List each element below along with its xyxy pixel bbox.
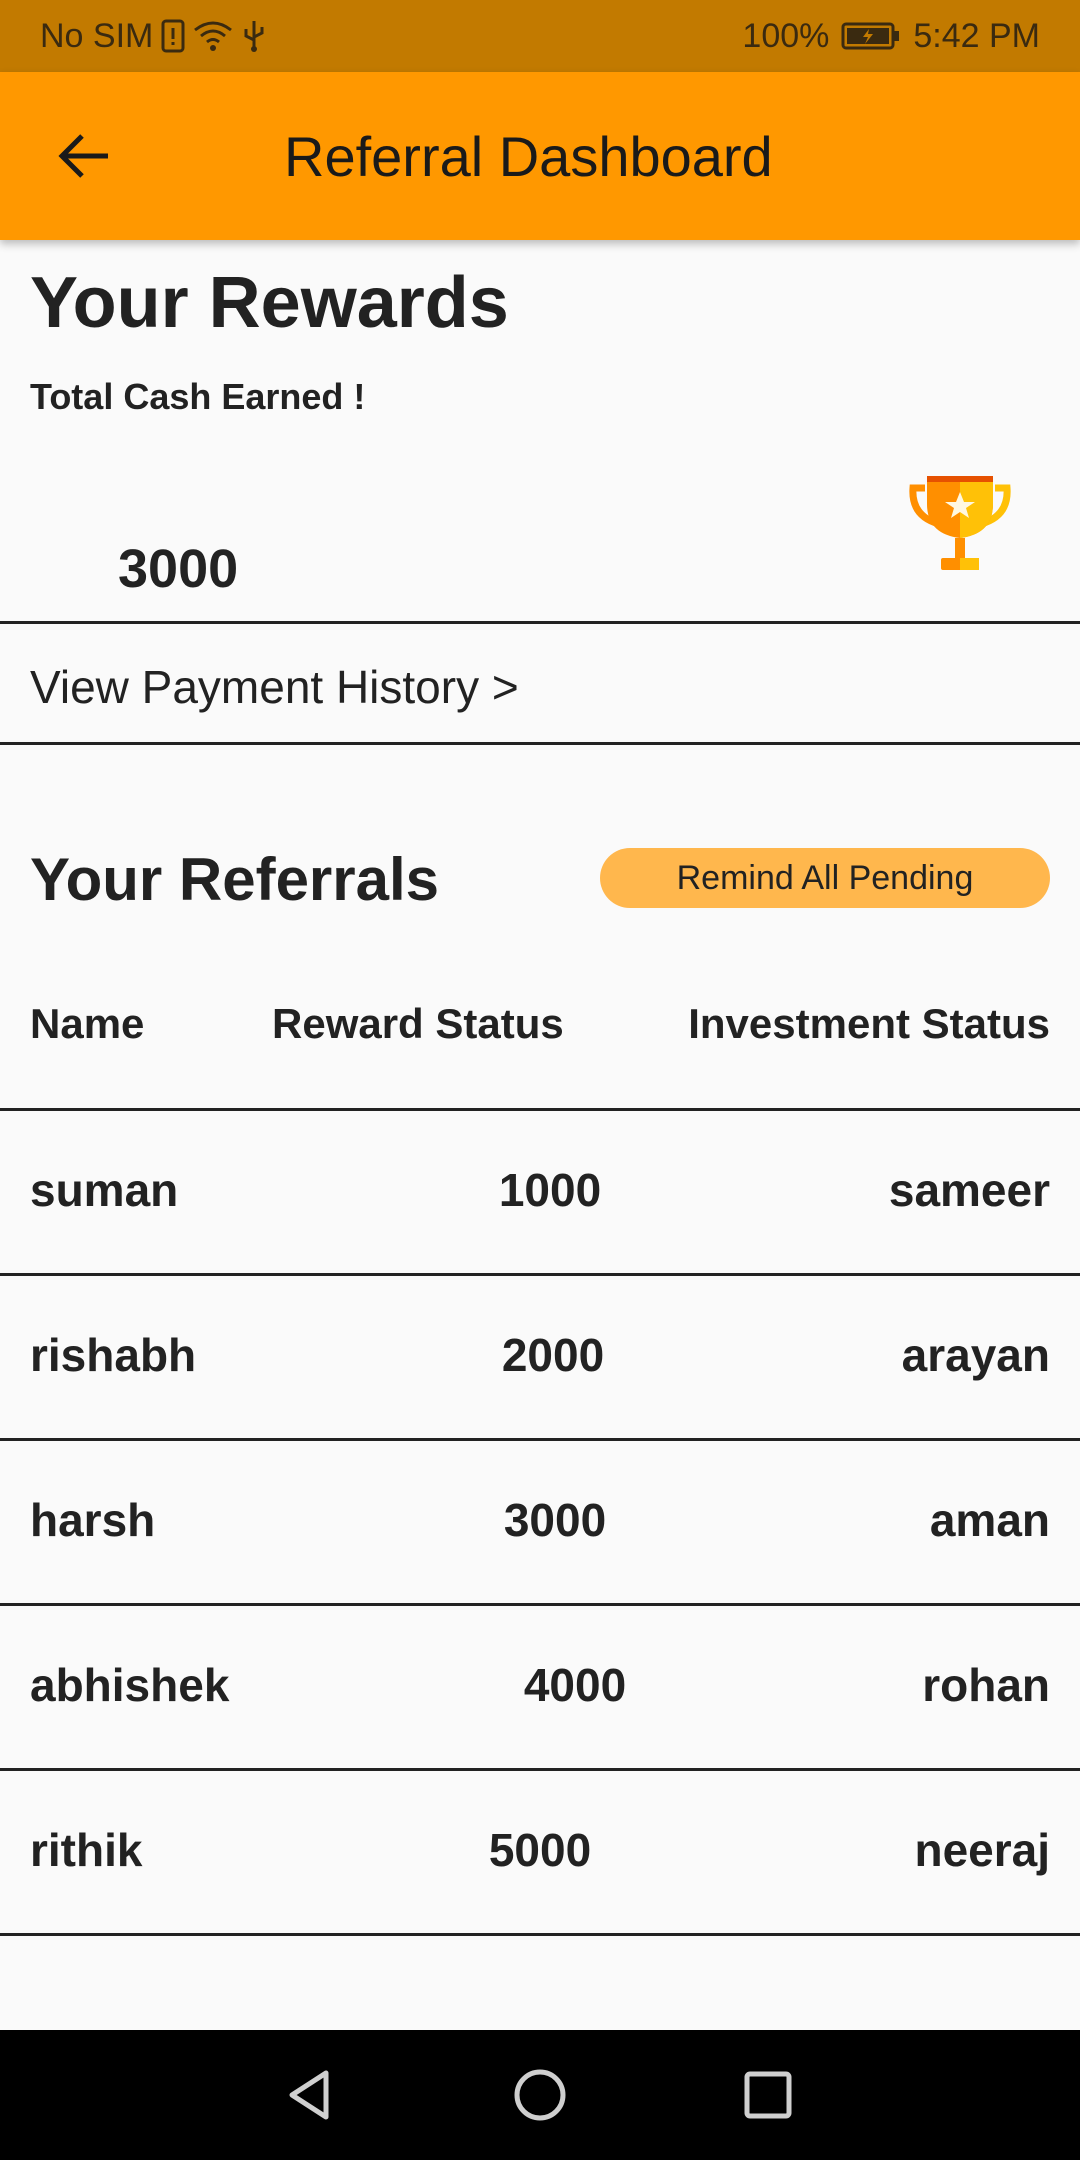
investment-status: rohan: [922, 1659, 1050, 1711]
investment-status: sameer: [888, 1164, 1050, 1216]
usb-icon: [241, 19, 267, 53]
reward-status: 1000: [498, 1164, 602, 1216]
triangle-back-icon: [289, 2070, 329, 2120]
table-row: suman 1000 sameer: [0, 1111, 1080, 1276]
column-header-name: Name: [30, 1000, 145, 1047]
circle-home-icon: [514, 2069, 566, 2121]
nav-back-button[interactable]: [245, 2030, 375, 2160]
status-left: No SIM: [40, 17, 267, 56]
status-bar: No SIM 100% 5:42 PM: [0, 0, 1080, 72]
sim-alert-icon: [161, 19, 185, 53]
carrier-label: No SIM: [40, 16, 154, 55]
reward-status: 2000: [501, 1329, 605, 1381]
table-row: rithik 5000 neeraj: [0, 1771, 1080, 1936]
table-row: harsh 3000 aman: [0, 1441, 1080, 1606]
page-title: Referral Dashboard: [284, 124, 773, 188]
nav-home-button[interactable]: [475, 2030, 605, 2160]
referral-name: abhishek: [30, 1659, 230, 1711]
total-cash-value: 3000: [118, 539, 239, 599]
table-row: rishabh 2000 arayan: [0, 1276, 1080, 1441]
divider: [0, 742, 1080, 745]
table-header: Name Reward Status Investment Status: [0, 1000, 1080, 1060]
rewards-subtitle: Total Cash Earned !: [30, 376, 366, 417]
navigation-bar: [0, 2030, 1080, 2160]
referral-name: harsh: [30, 1494, 156, 1546]
referral-name: rishabh: [30, 1329, 197, 1381]
payment-history-link[interactable]: View Payment History >: [30, 660, 519, 714]
square-recents-icon: [744, 2071, 792, 2119]
app-bar: Referral Dashboard: [0, 72, 1080, 240]
status-right: 100% 5:42 PM: [742, 17, 1040, 56]
reward-status: 3000: [503, 1494, 607, 1546]
battery-percent: 100%: [742, 16, 830, 55]
nav-recents-button[interactable]: [703, 2030, 833, 2160]
column-header-investment-status: Investment Status: [688, 1000, 1050, 1047]
referral-name: rithik: [30, 1824, 143, 1876]
divider: [0, 621, 1080, 624]
screen: No SIM 100% 5:42 PM Referral Dashboard Y…: [0, 0, 1080, 2160]
column-header-reward-status: Reward Status: [272, 1000, 564, 1047]
divider: [0, 1933, 1080, 1936]
investment-status: arayan: [901, 1329, 1050, 1381]
arrow-back-icon: [58, 134, 108, 178]
rewards-title: Your Rewards: [30, 263, 509, 343]
referral-name: suman: [30, 1164, 179, 1216]
remind-all-pending-button[interactable]: Remind All Pending: [600, 848, 1050, 908]
table-row: abhishek 4000 rohan: [0, 1606, 1080, 1771]
reward-status: 5000: [488, 1824, 592, 1876]
reward-status: 4000: [523, 1659, 627, 1711]
battery-charging-icon: [841, 21, 901, 51]
trophy-icon: [905, 470, 1015, 580]
investment-status: neeraj: [914, 1824, 1050, 1876]
back-button[interactable]: [0, 72, 168, 240]
investment-status: aman: [929, 1494, 1050, 1546]
clock: 5:42 PM: [913, 16, 1040, 55]
referrals-title: Your Referrals: [30, 846, 440, 913]
wifi-icon: [193, 20, 233, 52]
